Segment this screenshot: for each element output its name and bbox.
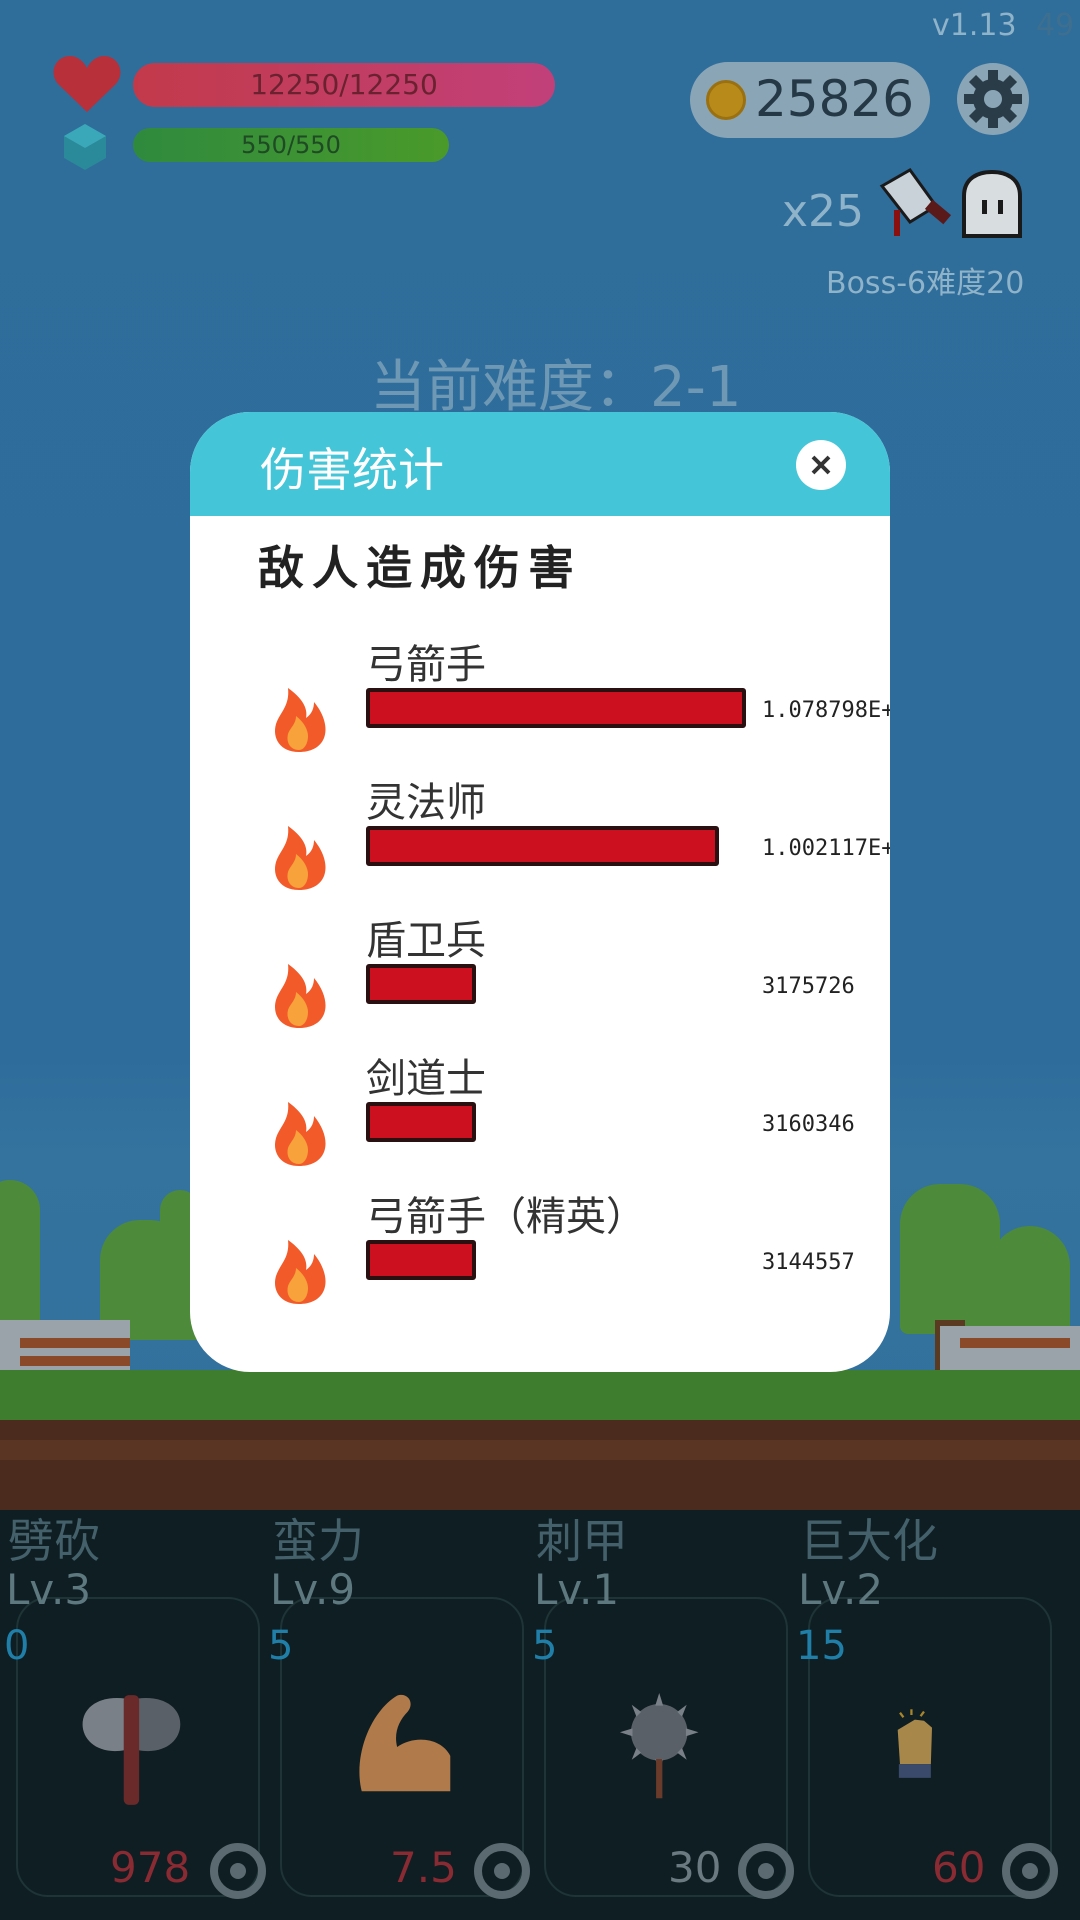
cleaver-icon bbox=[879, 168, 952, 236]
coin-icon bbox=[706, 80, 746, 120]
damage-value: 3175726 bbox=[762, 974, 855, 999]
skill-count: 5 bbox=[532, 1623, 558, 1669]
damage-value: 3160346 bbox=[762, 1112, 855, 1137]
skill-name: 蛮力 bbox=[272, 1514, 364, 1568]
skill-level: Lv.9 bbox=[270, 1565, 356, 1614]
section-title: 敌人造成伤害 bbox=[258, 541, 582, 595]
boss-difficulty-label: Boss-6难度20 bbox=[826, 266, 1025, 301]
skill-cost: 978 bbox=[110, 1843, 191, 1892]
upgrade-spin-icon[interactable] bbox=[472, 1841, 532, 1901]
enemy-name: 灵法师 bbox=[366, 780, 486, 826]
current-difficulty: 当前难度：2-1 bbox=[370, 355, 742, 420]
skill-card-chop[interactable]: 劈砍 Lv.3 0 978 bbox=[0, 1505, 266, 1905]
rock bbox=[940, 1326, 1080, 1370]
gear-icon[interactable] bbox=[956, 62, 1030, 136]
dialog-title: 伤害统计 bbox=[260, 443, 444, 497]
dialog-header: 伤害统计 bbox=[190, 412, 890, 516]
fire-icon bbox=[274, 688, 326, 752]
grass-strip bbox=[0, 1370, 1080, 1420]
upgrade-spin-icon[interactable] bbox=[736, 1841, 796, 1901]
skill-level: Lv.2 bbox=[798, 1565, 884, 1614]
dirt-strip bbox=[0, 1420, 1080, 1510]
damage-bar bbox=[366, 688, 746, 728]
upgrade-spin-icon[interactable] bbox=[208, 1841, 268, 1901]
enemy-name: 弓箭手 bbox=[366, 642, 486, 688]
damage-bar bbox=[366, 1240, 476, 1280]
skill-card-thorn-armor[interactable]: 刺甲 Lv.1 5 30 bbox=[528, 1505, 794, 1905]
axe-icon bbox=[82, 1695, 181, 1805]
enemy-name: 盾卫兵 bbox=[366, 918, 486, 964]
tree bbox=[900, 1184, 1000, 1334]
fire-icon bbox=[274, 964, 326, 1028]
version-extra-label: 49 bbox=[1036, 8, 1075, 43]
damage-stats-dialog: 伤害统计 敌人造成伤害 弓箭手 1.078798E+ 灵法师 1.002117E+ 盾卫… bbox=[190, 412, 890, 1372]
close-button[interactable] bbox=[796, 440, 846, 490]
fence bbox=[20, 1338, 130, 1348]
damage-value: 1.078798E+ bbox=[762, 698, 890, 723]
fire-icon bbox=[274, 1102, 326, 1166]
fire-icon bbox=[274, 826, 326, 890]
upgrade-spin-icon[interactable] bbox=[1000, 1841, 1060, 1901]
fire-icon bbox=[274, 1240, 326, 1304]
coin-amount: 25826 bbox=[755, 70, 915, 128]
damage-bar bbox=[366, 964, 476, 1004]
hp-bar: 12250/12250 bbox=[133, 63, 555, 107]
mana-gem-icon bbox=[64, 124, 106, 170]
skill-name: 劈砍 bbox=[8, 1514, 100, 1568]
skill-name: 刺甲 bbox=[536, 1514, 628, 1568]
skill-count: 0 bbox=[4, 1623, 30, 1669]
fence bbox=[20, 1356, 130, 1366]
enemy-name: 弓箭手（精英） bbox=[366, 1194, 646, 1240]
version-label: v1.13 bbox=[932, 8, 1017, 43]
fence bbox=[960, 1338, 1070, 1348]
damage-bar bbox=[366, 1102, 476, 1142]
skill-cost: 7.5 bbox=[390, 1843, 457, 1892]
tree bbox=[0, 1180, 40, 1340]
damage-value: 1.002117E+ bbox=[762, 836, 890, 861]
damage-bar bbox=[366, 826, 719, 866]
skill-level: Lv.1 bbox=[534, 1565, 620, 1614]
damage-row: 盾卫兵 3175726 bbox=[190, 908, 890, 1058]
fist-icon bbox=[897, 1709, 932, 1778]
skill-count: 5 bbox=[268, 1623, 294, 1669]
skill-cost: 30 bbox=[668, 1843, 722, 1892]
mp-bar: 550/550 bbox=[133, 128, 449, 162]
damage-row: 剑道士 3160346 bbox=[190, 1046, 890, 1196]
damage-row: 灵法师 1.002117E+ bbox=[190, 770, 890, 920]
spiked-mace-icon bbox=[619, 1693, 699, 1799]
damage-row: 弓箭手 1.078798E+ bbox=[190, 632, 890, 782]
ghost-icon bbox=[962, 170, 1022, 238]
close-icon bbox=[811, 455, 831, 475]
skill-card-brute-force[interactable]: 蛮力 Lv.9 5 7.5 bbox=[264, 1505, 530, 1905]
skill-count: 15 bbox=[796, 1623, 847, 1669]
kill-count: x25 bbox=[782, 186, 865, 237]
enemy-name: 剑道士 bbox=[366, 1056, 486, 1102]
skill-card-giant[interactable]: 巨大化 Lv.2 15 60 bbox=[792, 1505, 1058, 1905]
muscle-icon bbox=[359, 1694, 451, 1792]
skill-cost: 60 bbox=[932, 1843, 986, 1892]
heart-icon bbox=[53, 56, 121, 112]
skill-level: Lv.3 bbox=[6, 1565, 92, 1614]
skill-name: 巨大化 bbox=[800, 1514, 938, 1568]
dirt-strip bbox=[0, 1440, 1080, 1460]
damage-value: 3144557 bbox=[762, 1250, 855, 1275]
damage-row: 弓箭手（精英） 3144557 bbox=[190, 1184, 890, 1334]
